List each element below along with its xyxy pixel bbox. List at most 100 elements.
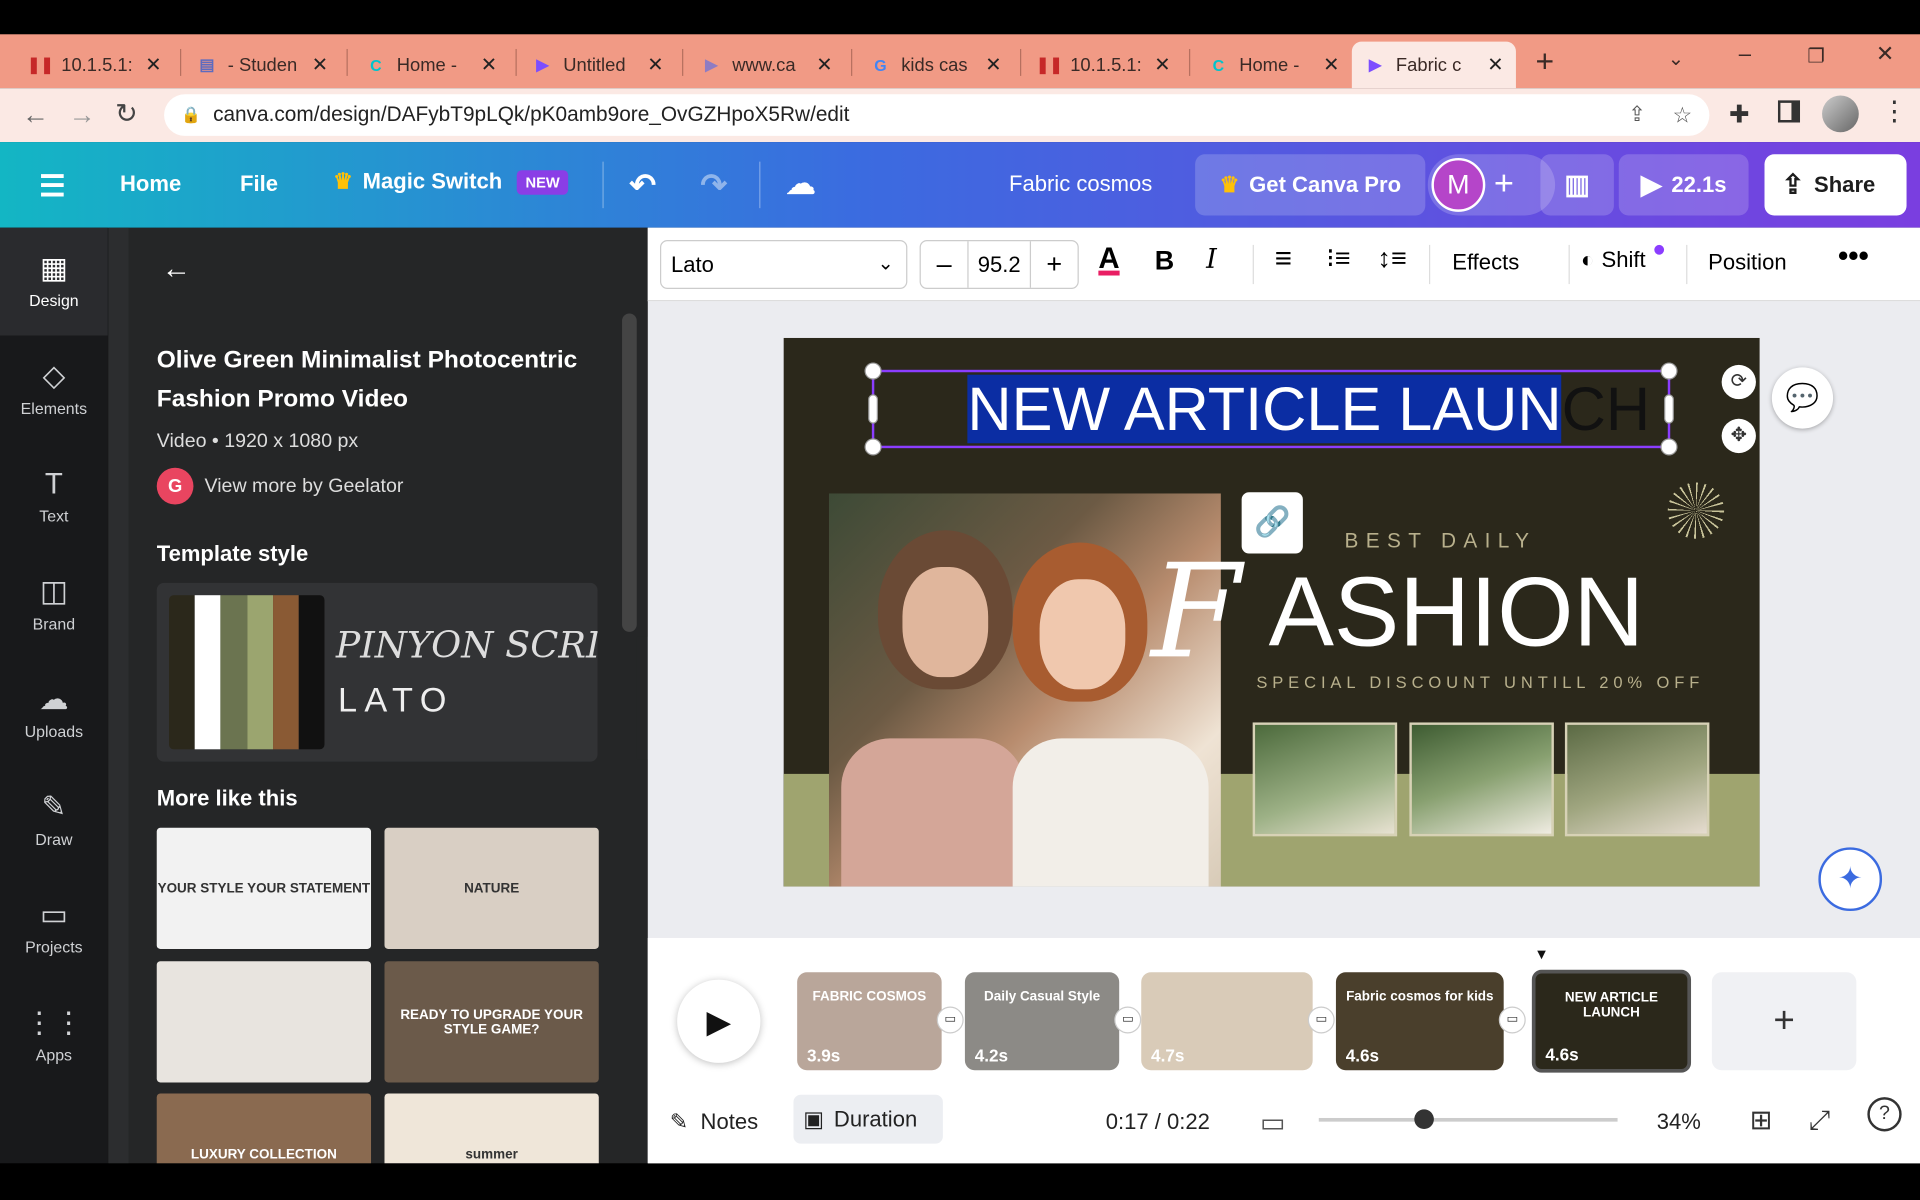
more-options-icon[interactable]: ••• <box>1838 240 1869 274</box>
fullscreen-icon[interactable]: ⤢ <box>1809 1104 1831 1136</box>
transition-icon[interactable]: ▭ <box>1498 1006 1526 1034</box>
notes-button[interactable]: ✎ Notes <box>670 1109 758 1135</box>
get-canva-pro-button[interactable]: ♛ Get Canva Pro <box>1195 154 1426 216</box>
help-icon[interactable]: ? <box>1867 1097 1902 1132</box>
new-tab-icon[interactable]: + <box>1536 44 1563 78</box>
panel-scrollbar[interactable] <box>622 313 637 632</box>
reload-icon[interactable]: ↻ <box>115 98 138 130</box>
spacing-icon[interactable]: ↕≡ <box>1378 242 1407 274</box>
share-page-icon[interactable]: ⇪ <box>1628 94 1645 136</box>
scene-thumbnail[interactable]: FABRIC COSMOS 3.9s <box>797 972 942 1071</box>
add-scene-button[interactable]: + <box>1711 972 1857 1071</box>
transition-icon[interactable]: ▭ <box>1307 1006 1335 1034</box>
canvas-scrollbar[interactable] <box>1896 306 1914 912</box>
zoom-slider-knob[interactable] <box>1413 1109 1434 1129</box>
text-color-icon[interactable]: A <box>1098 242 1119 276</box>
template-thumbnail[interactable] <box>156 961 372 1083</box>
browser-tab[interactable]: C Home - ✕ <box>353 42 510 89</box>
rail-item-design[interactable]: ▦ Design <box>0 227 108 336</box>
page-view-icon[interactable]: ▭ <box>1260 1107 1285 1139</box>
template-thumbnail[interactable]: NATURE <box>384 827 599 949</box>
zoom-level[interactable]: 34% <box>1657 1109 1701 1135</box>
magic-switch-button[interactable]: ♛ Magic Switch NEW <box>333 169 569 195</box>
add-collaborator-icon[interactable]: + <box>1494 164 1514 203</box>
bold-icon[interactable]: B <box>1155 245 1174 277</box>
align-right-icon[interactable]: ≡ <box>1275 242 1292 276</box>
template-thumbnail[interactable]: summer <box>384 1093 599 1164</box>
rail-item-apps[interactable]: ⋮⋮ Apps <box>0 982 108 1090</box>
side-handle[interactable] <box>868 394 878 424</box>
close-tab-icon[interactable]: ✕ <box>312 53 328 77</box>
transition-icon[interactable]: ▭ <box>936 1006 964 1034</box>
browser-tab[interactable]: ❚❚ 10.1.5.1: ✕ <box>17 42 174 89</box>
rail-item-draw[interactable]: ✎ Draw <box>0 767 108 875</box>
close-window-icon[interactable]: ✕ <box>1876 42 1894 68</box>
close-tab-icon[interactable]: ✕ <box>816 53 832 77</box>
back-icon[interactable]: ← <box>22 99 49 131</box>
extensions-icon[interactable]: ✚ <box>1729 99 1750 130</box>
headline-textbox[interactable]: NEW ARTICLE LAUNCH <box>864 362 1678 456</box>
list-icon[interactable]: ⁝≡ <box>1326 242 1350 274</box>
move-icon[interactable]: ✥ <box>1721 418 1756 454</box>
effects-button[interactable]: Effects <box>1452 250 1519 276</box>
redo-icon[interactable]: ↷ <box>700 167 727 205</box>
undo-icon[interactable]: ↶ <box>629 167 656 205</box>
italic-icon[interactable]: I <box>1206 245 1217 276</box>
template-style-card[interactable]: PINYON SCRI LATO <box>156 582 598 762</box>
fashion-heading[interactable]: F ASHION <box>1151 529 1714 687</box>
insights-icon[interactable]: ▥ <box>1540 154 1614 216</box>
browser-tab[interactable]: ▤ - Studen ✕ <box>184 42 341 89</box>
discount-text[interactable]: SPECIAL DISCOUNT UNTILL 20% OFF <box>1256 673 1704 691</box>
browser-tab[interactable]: ▶ www.ca ✕ <box>688 42 845 89</box>
browser-tab[interactable]: C Home - ✕ <box>1195 42 1352 89</box>
share-button[interactable]: ⇪ Share <box>1764 154 1907 216</box>
decrease-size-icon[interactable]: – <box>921 249 968 281</box>
scene-thumbnail[interactable]: NEW ARTICLE LAUNCH 4.6s <box>1531 969 1692 1073</box>
menu-icon[interactable]: ☰ <box>39 169 65 205</box>
rail-item-uploads[interactable]: ☁ Uploads <box>0 659 108 767</box>
template-thumbnail[interactable]: READY TO UPGRADE YOUR STYLE GAME? <box>384 961 599 1083</box>
close-tab-icon[interactable]: ✕ <box>1323 53 1339 77</box>
resize-handle[interactable] <box>1660 362 1678 380</box>
headline-text[interactable]: NEW ARTICLE LAUNCH <box>967 374 1650 444</box>
side-handle[interactable] <box>1664 394 1674 424</box>
close-tab-icon[interactable]: ✕ <box>647 53 663 77</box>
template-thumbnail[interactable]: LUXURY COLLECTION <box>156 1093 372 1164</box>
template-thumbnail[interactable]: YOUR STYLE YOUR STATEMENT <box>156 827 372 949</box>
scene-thumbnail[interactable]: Daily Casual Style 4.2s <box>964 972 1120 1071</box>
close-tab-icon[interactable]: ✕ <box>1487 53 1503 77</box>
increase-size-icon[interactable]: + <box>1031 249 1078 281</box>
url-field[interactable]: 🔒 canva.com/design/DAFybT9pLQk/pK0amb9or… <box>164 94 1710 136</box>
magic-assistant-icon[interactable]: ✦ <box>1818 847 1883 912</box>
browser-tab[interactable]: ▶ Fabric c ✕ <box>1351 41 1516 89</box>
home-button[interactable]: Home <box>120 171 181 197</box>
rail-item-elements[interactable]: ◇ Elements <box>0 336 108 444</box>
font-size-input[interactable]: 95.2 <box>967 241 1032 288</box>
document-title[interactable]: Fabric cosmos <box>1009 171 1152 197</box>
close-tab-icon[interactable]: ✕ <box>985 53 1001 77</box>
shift-button[interactable]: ◐ Shift <box>1581 247 1646 273</box>
sidebar-icon[interactable] <box>1777 100 1801 123</box>
browser-menu-icon[interactable]: ⋮ <box>1881 96 1908 128</box>
duration-button[interactable]: ▣ Duration <box>793 1094 943 1144</box>
scene-thumbnail[interactable]: 4.7s <box>1141 972 1313 1071</box>
restore-icon[interactable]: ❐ <box>1807 44 1825 68</box>
design-page[interactable]: 🔗 BEST DAILY F ASHION SPECIAL DISCOUNT U… <box>783 337 1760 887</box>
scene-thumbnail[interactable]: Fabric cosmos for kids 4.6s <box>1335 972 1504 1071</box>
forward-icon[interactable]: → <box>69 99 96 131</box>
resize-handle[interactable] <box>864 438 882 456</box>
view-more-link[interactable]: View more by Geelator <box>204 476 403 498</box>
browser-tab[interactable]: Gkids cas ✕ <box>857 42 1014 89</box>
cloud-saved-icon[interactable]: ☁ <box>786 167 815 203</box>
tab-search-icon[interactable]: ⌄ <box>1668 47 1684 71</box>
grid-view-icon[interactable]: ⊞ <box>1750 1104 1773 1136</box>
close-tab-icon[interactable]: ✕ <box>145 53 161 77</box>
small-photo-1[interactable] <box>1252 722 1398 837</box>
close-tab-icon[interactable]: ✕ <box>481 53 497 77</box>
browser-tab[interactable]: ❚❚ 10.1.5.1: ✕ <box>1026 42 1183 89</box>
bookmark-star-icon[interactable]: ☆ <box>1672 94 1692 136</box>
position-button[interactable]: Position <box>1708 250 1786 276</box>
zoom-slider[interactable] <box>1318 1109 1618 1129</box>
back-arrow-icon[interactable]: ← <box>162 252 191 286</box>
resize-handle[interactable] <box>864 362 882 380</box>
